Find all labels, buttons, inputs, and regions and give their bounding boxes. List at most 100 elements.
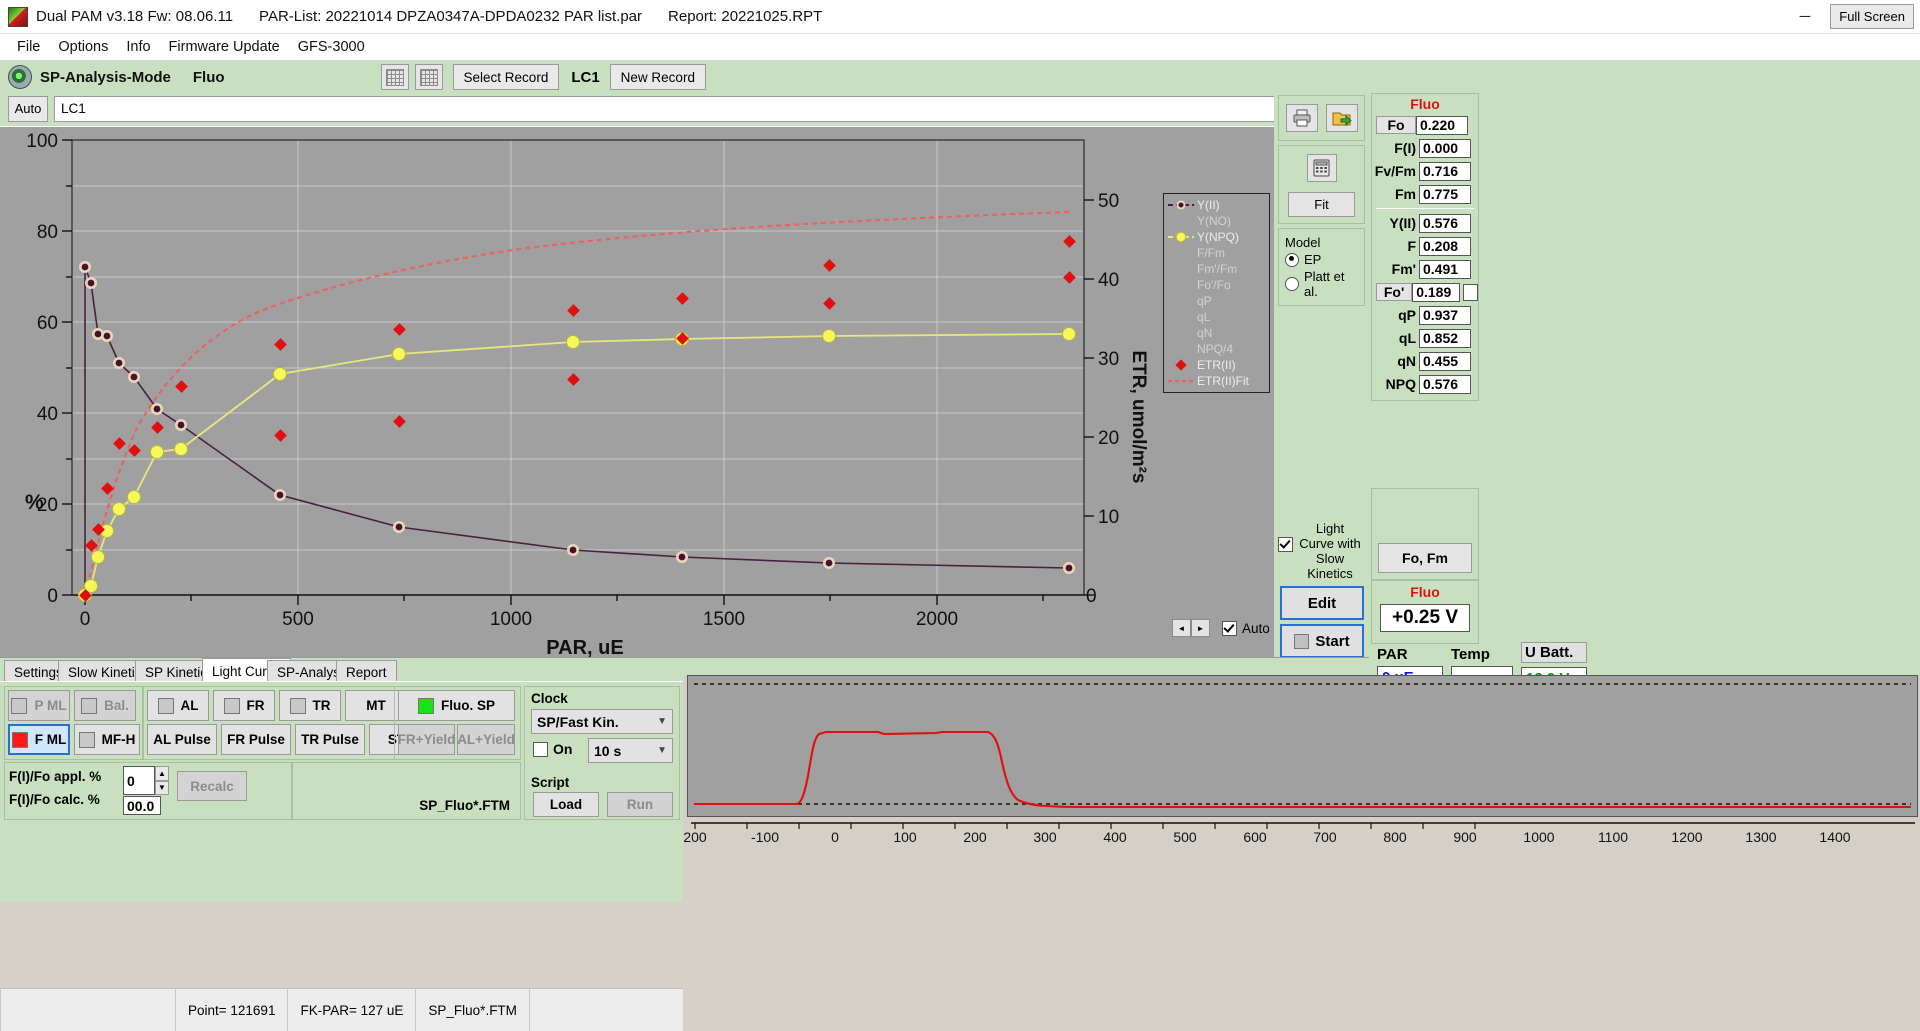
menu-info[interactable]: Info [117,36,159,58]
light-curve-slow-checkbox[interactable] [1278,537,1293,552]
legend-item-qn[interactable]: qN [1168,325,1265,341]
menu-gfs-3000[interactable]: GFS-3000 [289,36,374,58]
legend-label-fofo: Fo'/Fo [1197,278,1231,292]
al-button[interactable]: AL [147,690,209,721]
fr-button[interactable]: FR [213,690,275,721]
fluo-values-panel: Fluo Fo 0.220 F(I) 0.000 Fv/Fm 0.716 Fm … [1371,93,1479,401]
script-load-button[interactable]: Load [533,792,599,817]
fr-yield-label: FR+Yield [398,732,456,747]
ftm-file-label: SP_Fluo*.FTM [419,798,510,813]
legend-item-yii[interactable]: Y(II) [1168,197,1265,213]
yii-label: Y(II) [1372,215,1419,231]
printer-icon [1292,109,1312,127]
grid-view-button-1[interactable] [381,64,409,90]
fluo-sp-led-icon [418,698,434,714]
radio-platt[interactable] [1285,277,1299,291]
mt-label: MT [366,698,386,713]
foprime-checkbox[interactable] [1463,284,1479,301]
legend-item-etrii[interactable]: ETR(II) [1168,357,1265,373]
tr-pulse-button[interactable]: TR Pulse [295,724,365,755]
al-pulse-button[interactable]: AL Pulse [147,724,217,755]
legend-label-npq4: NPQ/4 [1197,342,1233,356]
recalc-button[interactable]: Recalc [177,771,247,801]
new-record-button[interactable]: New Record [610,64,706,90]
fluo-row-fvfm: Fv/Fm 0.716 [1372,160,1478,182]
edit-button[interactable]: Edit [1280,586,1364,620]
menu-file[interactable]: File [8,36,49,58]
legend-item-fmfm[interactable]: Fm'/Fm [1168,261,1265,277]
record-bar: Auto LC1 ▲ ▼ Auto [0,91,1468,127]
clock-mode-select[interactable]: SP/Fast Kin. ▼ [531,709,673,734]
grid-icon-1 [386,69,404,86]
radio-ep[interactable] [1285,253,1299,267]
clock-on-label: On [553,741,572,757]
minimize-button[interactable]: ─ [1782,1,1828,33]
mf-h-button[interactable]: MF-H [74,724,140,755]
menu-firmware-update[interactable]: Firmware Update [160,36,289,58]
legend-item-ffm[interactable]: F/Fm [1168,245,1265,261]
plot-auto-checkbox-row[interactable]: Auto [1222,621,1270,636]
legend-item-fofo[interactable]: Fo'/Fo [1168,277,1265,293]
fit-group: Fit [1278,145,1365,224]
fluo-sp-button[interactable]: Fluo. SP [398,690,515,721]
auto-scale-button[interactable]: Auto [8,96,48,122]
fi-appl-spin-down[interactable]: ▼ [155,781,169,796]
legend-label-yno: Y(NO) [1197,214,1231,228]
status-bar: Point= 121691 FK-PAR= 127 uE SP_Fluo*.FT… [0,988,683,1031]
legend-item-qp[interactable]: qP [1168,293,1265,309]
record-name-input[interactable]: LC1 [54,96,1368,122]
clock-on-row[interactable]: On [533,741,572,757]
legend-item-ql[interactable]: qL [1168,309,1265,325]
print-button[interactable] [1286,104,1318,132]
export-button[interactable] [1326,104,1358,132]
fi-appl-input[interactable]: 0 [123,766,155,795]
plot-prev-button[interactable]: ◄ [1172,619,1191,637]
legend-item-yno[interactable]: Y(NO) [1168,213,1265,229]
svg-text:60: 60 [37,313,58,334]
plot-next-button[interactable]: ► [1191,619,1210,637]
foprime-button[interactable]: Fo' [1376,283,1412,301]
light-curve-slow-kinetics[interactable]: Light Curve with Slow Kinetics [1278,521,1363,581]
mf-h-label: MF-H [102,732,136,747]
script-run-button[interactable]: Run [607,792,673,817]
calculator-button[interactable] [1307,154,1337,182]
tab-report[interactable]: Report [336,660,397,683]
start-button[interactable]: Start [1280,624,1364,658]
fofm-button[interactable]: Fo, Fm [1378,543,1472,573]
fit-button[interactable]: Fit [1288,192,1355,217]
clock-interval-select[interactable]: 10 s ▼ [588,738,673,763]
al-yield-button[interactable]: AL+Yield [457,724,515,755]
globe-icon [8,65,32,89]
legend-item-etriifit[interactable]: ETR(II)Fit [1168,373,1265,389]
mode-subtitle: Fluo [193,69,225,86]
menu-options[interactable]: Options [49,36,117,58]
model-option-ep[interactable]: EP [1285,252,1361,267]
menu-bar: File Options Info Firmware Update GFS-30… [0,34,1920,61]
fi-appl-spin-up[interactable]: ▲ [155,766,169,781]
svg-text:%: % [25,491,44,514]
clock-on-checkbox[interactable] [533,742,548,757]
fast-kinetics-axis: 200-1000 100200300 400500600 700800900 1… [683,817,1920,857]
full-screen-button[interactable]: Full Screen [1830,4,1914,29]
fr-pulse-button[interactable]: FR Pulse [221,724,291,755]
model-option-platt[interactable]: Platt et al. [1285,269,1361,299]
grid-view-button-2[interactable] [415,64,443,90]
f-ml-button[interactable]: F ML [8,724,70,755]
chevron-down-icon-clock: ▼ [657,716,667,727]
bal-button[interactable]: Bal. [74,690,136,721]
fast-kinetics-plot[interactable] [687,675,1918,817]
fi-appl-spinner[interactable]: ▲ ▼ [155,766,169,795]
svg-text:1400: 1400 [1819,829,1850,845]
qn-label: qN [1372,353,1419,369]
legend-item-ynpq[interactable]: Y(NPQ) [1168,229,1265,245]
select-record-button[interactable]: Select Record [453,64,560,90]
light-curve-plot[interactable]: 100 80 60 40 20 0 % [0,127,1468,657]
tr-button[interactable]: TR [279,690,341,721]
plot-auto-checkbox[interactable] [1222,621,1237,636]
legend-item-npq4[interactable]: NPQ/4 [1168,341,1265,357]
fr-yield-button[interactable]: FR+Yield [398,724,455,755]
fo-button[interactable]: Fo [1376,116,1416,134]
p-ml-button[interactable]: P ML [8,690,70,721]
legend-symbol-ynpq [1168,231,1194,243]
fast-kinetics-svg [688,676,1917,816]
